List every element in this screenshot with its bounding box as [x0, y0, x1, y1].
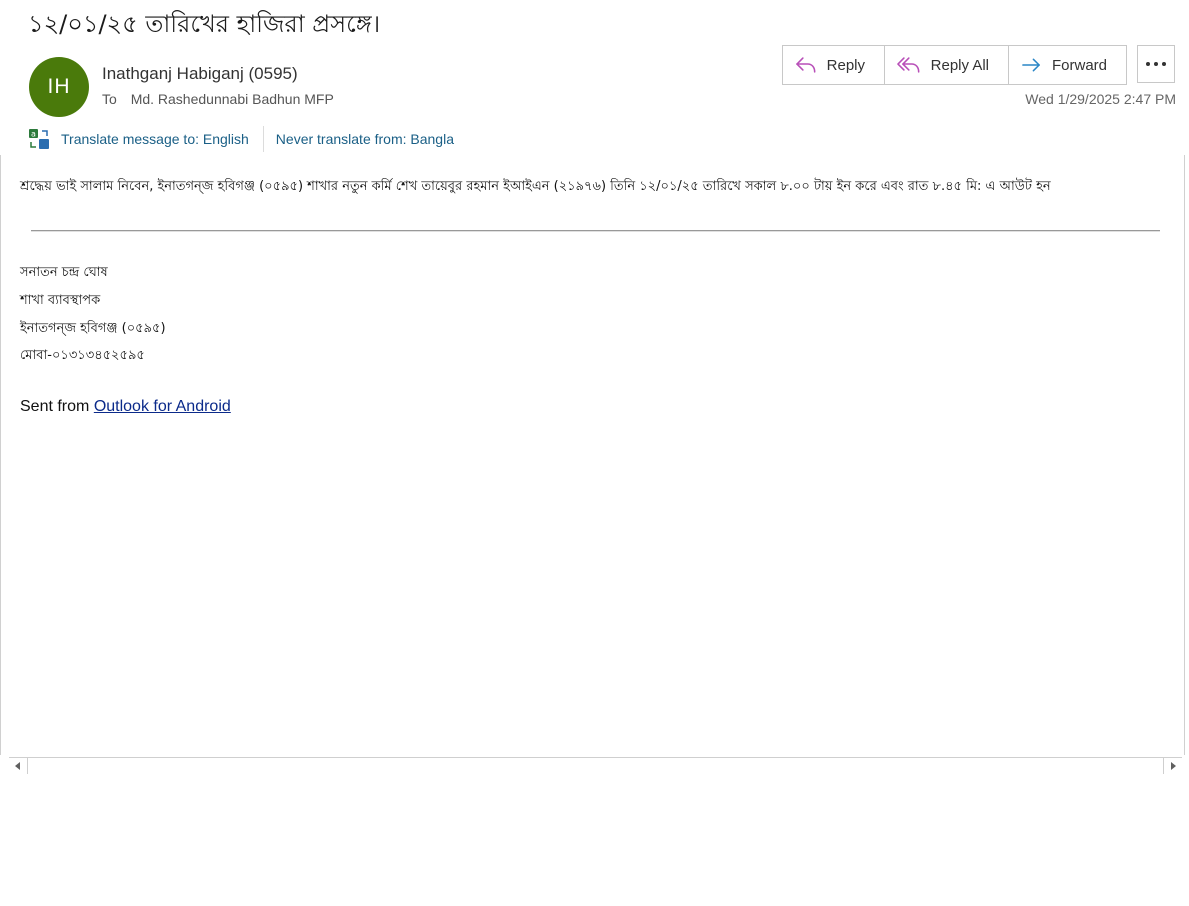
sent-from: Sent from Outlook for Android	[20, 398, 231, 416]
forward-icon	[1022, 58, 1040, 72]
signature-line: ইনাতগন্জ হবিগঞ্জ (০৫৯৫)	[20, 321, 166, 336]
signature-line: মোবা-০১৩১৩৪৫২৫৯৫	[20, 348, 145, 363]
message-text: শ্রদ্ধেয় ভাই সালাম নিবেন, ইনাতগন্জ হবিগ…	[20, 179, 1051, 194]
vertical-scrollbar[interactable]	[1184, 155, 1189, 755]
message-date: Wed 1/29/2025 2:47 PM	[1025, 91, 1176, 107]
more-options-icon	[1146, 62, 1166, 66]
reply-all-button[interactable]: Reply All	[885, 46, 1009, 84]
to-label: To	[102, 91, 117, 107]
scroll-left-button[interactable]	[9, 758, 28, 774]
translate-icon: a	[29, 129, 49, 149]
reply-all-label: Reply All	[930, 56, 989, 74]
email-subject: ১২/০১/২৫ তারিখের হাজিরা প্রসঙ্গে।	[28, 10, 381, 38]
recipient-line: To Md. Rashedunnabi Badhun MFP	[102, 91, 334, 107]
translate-bar: a Translate message to: English Never tr…	[28, 126, 454, 152]
translate-message-link[interactable]: Translate message to: English	[61, 131, 249, 147]
scroll-right-icon	[1171, 762, 1176, 770]
sender-avatar[interactable]: IH	[29, 57, 89, 117]
sender-name[interactable]: Inathganj Habiganj (0595)	[102, 64, 298, 84]
reply-button[interactable]: Reply	[783, 46, 885, 84]
scroll-right-button[interactable]	[1163, 758, 1182, 774]
reply-icon	[796, 57, 816, 73]
recipient-name[interactable]: Md. Rashedunnabi Badhun MFP	[131, 91, 334, 107]
sent-from-prefix: Sent from	[20, 398, 94, 415]
reply-label: Reply	[826, 56, 865, 74]
svg-text:a: a	[31, 130, 36, 139]
outlook-for-android-link[interactable]: Outlook for Android	[94, 398, 231, 415]
horizontal-rule	[31, 230, 1160, 232]
horizontal-scroll-thumb[interactable]	[28, 758, 1163, 774]
divider	[262, 126, 264, 152]
message-body: শ্রদ্ধেয় ভাই সালাম নিবেন, ইনাতগন্জ হবিগ…	[0, 155, 1189, 755]
never-translate-link[interactable]: Never translate from: Bangla	[276, 131, 454, 147]
more-options-button[interactable]	[1137, 45, 1175, 83]
forward-button[interactable]: Forward	[1009, 46, 1126, 84]
scroll-left-icon	[15, 762, 20, 770]
message-actions: Reply Reply All Forward	[782, 45, 1127, 85]
forward-label: Forward	[1051, 56, 1107, 74]
reply-all-icon	[897, 57, 920, 73]
signature-line: সনাতন চন্দ্র ঘোষ	[20, 265, 108, 280]
horizontal-scrollbar[interactable]	[9, 757, 1182, 774]
signature-line: শাখা ব্যাবস্থাপক	[20, 293, 101, 308]
